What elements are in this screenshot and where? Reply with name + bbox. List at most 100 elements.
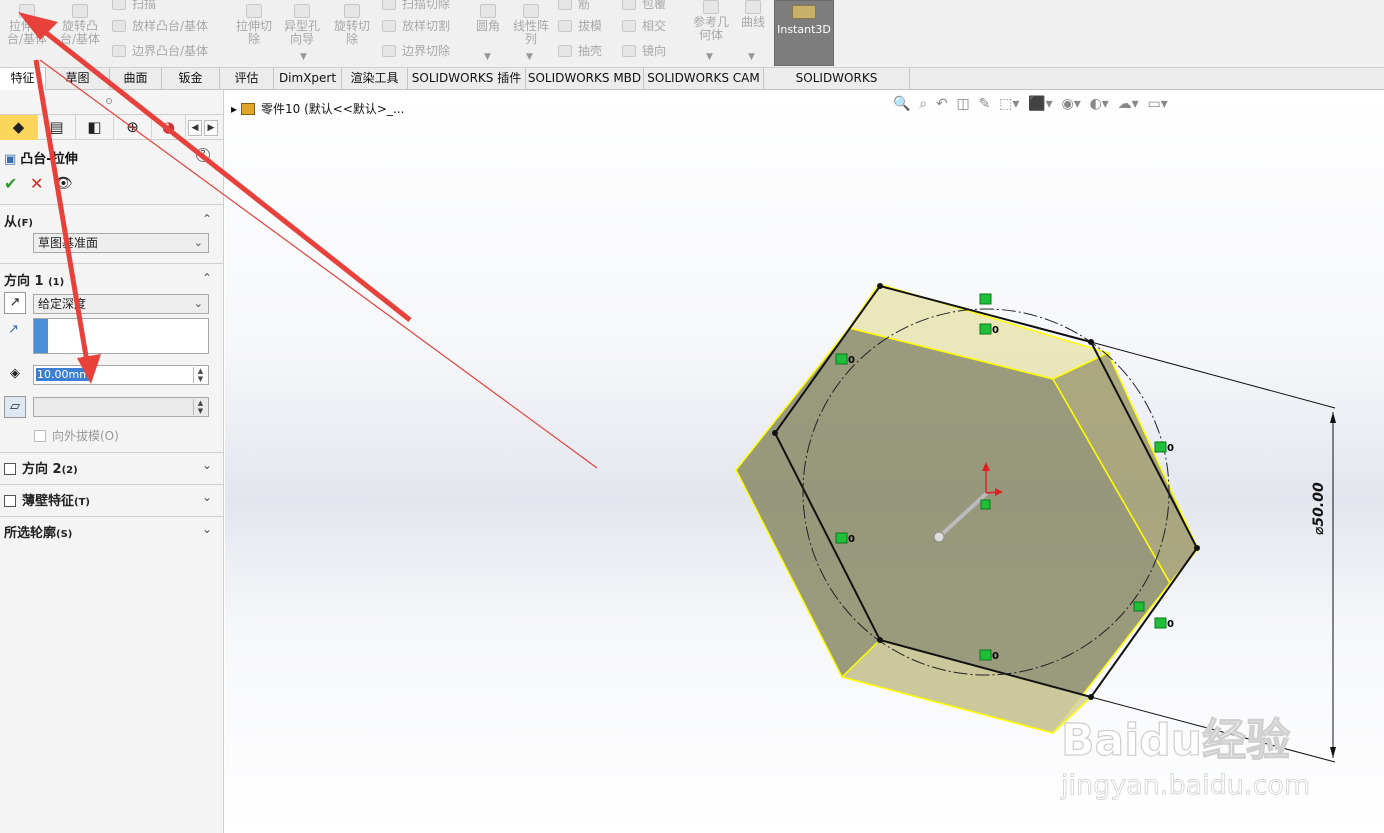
origin-marker-icon bbox=[980, 499, 991, 510]
tab-scroll-right-icon[interactable]: ▶ bbox=[204, 120, 218, 136]
divider bbox=[0, 516, 224, 517]
displaymanager-tab[interactable]: ◕ bbox=[152, 115, 186, 140]
boundary-cut-button[interactable]: 边界切除 bbox=[382, 41, 450, 61]
draft-outward-checkbox[interactable]: 向外拔模(O) bbox=[34, 427, 119, 444]
chevron-down-icon[interactable]: ⌄ bbox=[202, 458, 212, 472]
loft-boss-button[interactable]: 放样凸台/基体 bbox=[112, 16, 208, 36]
tab-sketch[interactable]: 草图 bbox=[46, 68, 110, 90]
chevron-up-icon[interactable]: ⌃ bbox=[202, 271, 212, 285]
depth-input[interactable]: 10.00mm ▲ ▼ bbox=[33, 365, 209, 385]
reference-geometry-button[interactable]: 参考几何体 bbox=[688, 0, 734, 42]
configurationmanager-tab[interactable]: ◧ bbox=[76, 115, 114, 140]
direction2-section-header[interactable]: 方向 2(2) bbox=[4, 458, 78, 477]
dimension-arrow-top-icon bbox=[1330, 412, 1336, 423]
fillet-dropdown-icon[interactable]: ▼ bbox=[484, 52, 491, 62]
curves-icon bbox=[745, 0, 761, 14]
reverse-direction-icon[interactable]: ↗ bbox=[4, 292, 26, 314]
wrap-button[interactable]: 包覆 bbox=[622, 0, 666, 14]
boss-extrude-icon: ▣ bbox=[4, 152, 17, 167]
shell-button[interactable]: 抽壳 bbox=[558, 41, 602, 61]
fillet-button[interactable]: 圆角 bbox=[470, 4, 506, 33]
configuration-icon: ◧ bbox=[87, 118, 102, 136]
featuremanager-tab[interactable]: ◆ bbox=[0, 115, 38, 140]
hole-wizard-dropdown-icon[interactable]: ▼ bbox=[300, 52, 307, 62]
mirror-button[interactable]: 镜向 bbox=[622, 41, 666, 61]
curves-dropdown-icon[interactable]: ▼ bbox=[748, 52, 755, 62]
direction1-section-header[interactable]: 方向 1 (1) bbox=[4, 270, 64, 289]
tab-sheet-metal[interactable]: 钣金 bbox=[162, 68, 220, 90]
tab-surfaces[interactable]: 曲面 bbox=[110, 68, 162, 90]
featuremanager-icon: ◆ bbox=[12, 118, 25, 136]
divider bbox=[0, 484, 224, 485]
from-section-header[interactable]: 从(F) bbox=[4, 211, 33, 230]
depth-spinner[interactable]: ▲ ▼ bbox=[193, 367, 207, 383]
checkbox bbox=[34, 430, 46, 442]
chevron-down-icon[interactable]: ⌄ bbox=[202, 490, 212, 504]
watermark-logo: Baidu经验 bbox=[1061, 715, 1290, 766]
panel-splitter-handle[interactable] bbox=[106, 98, 112, 104]
hole-wizard-button[interactable]: 异型孔向导 bbox=[280, 4, 324, 46]
linear-pattern-button[interactable]: 线性阵列 bbox=[508, 4, 554, 46]
curves-button[interactable]: 曲线 bbox=[736, 0, 770, 29]
diameter-dimension-text[interactable]: ⌀50.00 bbox=[1311, 482, 1327, 535]
extrude-handle-ball[interactable] bbox=[933, 531, 945, 543]
selected-contours-section-header[interactable]: 所选轮廓(S) bbox=[4, 522, 72, 541]
wrap-icon bbox=[622, 0, 636, 10]
tab-render-tools[interactable]: 渲染工具 bbox=[342, 68, 408, 90]
cancel-icon[interactable]: ✕ bbox=[30, 174, 43, 193]
crosshair-icon: ⊕ bbox=[126, 118, 139, 136]
tab-solidworks-addins[interactable]: SOLIDWORKS 插件 bbox=[408, 68, 526, 90]
draft-toggle-icon[interactable]: ▱ bbox=[4, 396, 26, 418]
end-condition-select[interactable]: 给定深度 ⌄ bbox=[33, 294, 209, 314]
reference-geometry-dropdown-icon[interactable]: ▼ bbox=[706, 52, 713, 62]
linear-pattern-icon bbox=[523, 4, 539, 18]
graphics-viewport[interactable]: ▸ 零件10 (默认<<默认>_... 🔍 ⌕ ↶ ◫ ✎ ⬚▾ ⬛▾ ◉▾ ◐▾… bbox=[225, 90, 1384, 833]
property-manager-panel: ◆ ▤ ◧ ⊕ ◕ ◀ ▶ ▣ 凸台-拉伸 ? ✔ ✕ 👁 从(F) ⌃ 草图基准… bbox=[0, 90, 224, 833]
manager-tabs: ◆ ▤ ◧ ⊕ ◕ ◀ ▶ bbox=[0, 114, 224, 140]
thin-feature-checkbox[interactable] bbox=[4, 495, 16, 507]
watermark-url: jingyan.baidu.com bbox=[1060, 770, 1310, 801]
chevron-down-icon[interactable]: ⌄ bbox=[202, 522, 212, 536]
draft-angle-input[interactable]: ▲ ▼ bbox=[33, 397, 209, 417]
boundary-boss-button[interactable]: 边界凸台/基体 bbox=[112, 41, 208, 61]
sweep-button[interactable]: 扫描 bbox=[112, 0, 156, 14]
tab-solidworks-inspection[interactable]: SOLIDWORKS Inspection bbox=[764, 68, 910, 106]
direction-vector-listbox[interactable] bbox=[33, 318, 209, 354]
revolve-cut-button[interactable]: 旋转切除 bbox=[330, 4, 374, 46]
revolve-boss-button[interactable]: 旋转凸台/基体 bbox=[56, 4, 104, 46]
tab-solidworks-mbd[interactable]: SOLIDWORKS MBD bbox=[526, 68, 644, 90]
pattern-dropdown-icon[interactable]: ▼ bbox=[526, 52, 533, 62]
intersect-button[interactable]: 相交 bbox=[622, 16, 666, 36]
dimxpertmanager-tab[interactable]: ⊕ bbox=[114, 115, 152, 140]
rib-button[interactable]: 筋 bbox=[558, 0, 590, 14]
direction2-checkbox[interactable] bbox=[4, 463, 16, 475]
draft-angle-spinner[interactable]: ▲ ▼ bbox=[193, 399, 207, 415]
tab-features[interactable]: 特征 bbox=[0, 68, 46, 90]
ok-icon[interactable]: ✔ bbox=[4, 174, 17, 193]
sweep-cut-button[interactable]: 扫描切除 bbox=[382, 0, 450, 14]
extrude-cut-button[interactable]: 拉伸切除 bbox=[232, 4, 276, 46]
intersect-icon bbox=[622, 20, 636, 32]
instant3d-button[interactable]: Instant3D bbox=[774, 0, 834, 66]
thin-feature-section-header[interactable]: 薄壁特征(T) bbox=[4, 490, 90, 509]
loft-cut-button[interactable]: 放样切割 bbox=[382, 16, 450, 36]
tab-dimxpert[interactable]: DimXpert bbox=[274, 68, 342, 90]
chevron-up-icon[interactable]: ⌃ bbox=[202, 212, 212, 226]
from-select[interactable]: 草图基准面 ⌄ bbox=[33, 233, 209, 253]
help-icon[interactable]: ? bbox=[196, 148, 210, 162]
detailed-preview-eye-icon[interactable]: 👁 bbox=[54, 174, 73, 192]
divider bbox=[0, 452, 224, 453]
tab-scroll-left-icon[interactable]: ◀ bbox=[188, 120, 202, 136]
draft-button[interactable]: 拔模 bbox=[558, 16, 602, 36]
extrude-boss-button[interactable]: 拉伸凸台/基体 bbox=[4, 4, 50, 46]
tab-evaluate[interactable]: 评估 bbox=[220, 68, 274, 90]
svg-text:0: 0 bbox=[992, 651, 999, 662]
propertymanager-tab[interactable]: ▤ bbox=[38, 115, 76, 140]
dimension-arrow-bottom-icon bbox=[1330, 747, 1336, 758]
tab-solidworks-cam[interactable]: SOLIDWORKS CAM bbox=[644, 68, 764, 90]
direction-vector-icon: ↗ bbox=[8, 322, 19, 337]
model-graphics[interactable]: 0 0 0 0 0 0 ⌀50.00 Baidu经验 jingyan.baidu… bbox=[225, 90, 1384, 833]
display-pie-icon: ◕ bbox=[161, 118, 176, 136]
sweep-cut-icon bbox=[382, 0, 396, 10]
reference-geometry-icon bbox=[703, 0, 719, 14]
